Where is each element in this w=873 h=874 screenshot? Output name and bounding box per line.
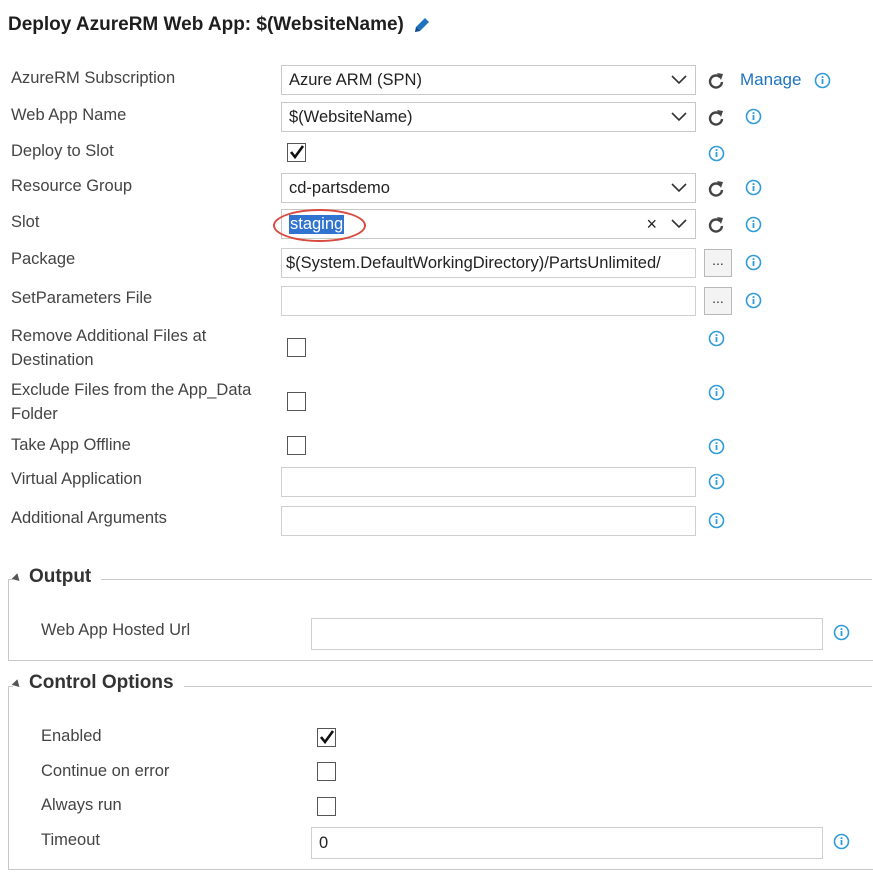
virtual-app-input[interactable] [281,467,696,497]
manage-link[interactable]: Manage [740,70,801,90]
subscription-select[interactable]: Azure ARM (SPN) [281,65,696,95]
web-app-name-select[interactable]: $(WebsiteName) [281,102,696,132]
info-icon[interactable] [708,384,725,401]
exclude-app-data-label: Exclude Files from the App_Data Folder [11,381,252,423]
exclude-app-data-checkbox[interactable] [287,392,306,411]
continue-on-error-checkbox[interactable] [317,762,336,781]
chevron-down-icon [671,183,687,193]
task-title: Deploy AzureRM Web App: $(WebsiteName) [8,14,432,36]
chevron-down-icon [671,219,687,229]
package-browse-button[interactable]: ... [704,249,732,277]
subscription-label: AzureRM Subscription [11,69,176,87]
info-icon[interactable] [745,216,762,233]
enabled-label: Enabled [41,727,102,745]
always-run-checkbox[interactable] [317,797,336,816]
checkmark-icon [319,730,335,745]
continue-on-error-label: Continue on error [41,762,170,780]
info-icon[interactable] [745,292,762,309]
remove-additional-label: Remove Additional Files at Destination [11,327,207,369]
additional-args-input[interactable] [281,506,696,536]
refresh-icon[interactable] [706,179,726,199]
output-section-rule [8,579,872,580]
checkmark-icon [289,145,305,160]
resource-group-label: Resource Group [11,177,133,195]
info-icon[interactable] [708,330,725,347]
deploy-to-slot-checkbox[interactable] [287,143,306,162]
timeout-value: 0 [319,833,329,852]
subscription-value: Azure ARM (SPN) [289,70,422,89]
hosted-url-label: Web App Hosted Url [41,621,191,639]
info-icon[interactable] [708,438,725,455]
info-icon[interactable] [745,108,762,125]
hosted-url-input[interactable] [311,618,823,650]
control-options-section-header[interactable]: Control Options [11,672,184,694]
pencil-icon[interactable] [412,15,432,35]
timeout-input[interactable]: 0 [311,827,823,859]
output-heading: Output [29,566,92,587]
chevron-down-icon [671,112,687,122]
info-icon[interactable] [833,833,850,850]
output-section-header[interactable]: Output [11,566,102,588]
collapse-triangle-icon [11,572,23,584]
info-icon[interactable] [745,254,762,271]
control-options-heading: Control Options [29,672,174,693]
package-value: $(System.DefaultWorkingDirectory)/PartsU… [286,253,661,272]
package-input[interactable]: $(System.DefaultWorkingDirectory)/PartsU… [281,248,696,278]
take-offline-label: Take App Offline [11,436,131,454]
info-icon[interactable] [708,512,725,529]
deploy-to-slot-label: Deploy to Slot [11,142,114,160]
always-run-label: Always run [41,796,122,814]
enabled-checkbox[interactable] [317,728,336,747]
virtual-app-label: Virtual Application [11,470,142,488]
setparameters-label: SetParameters File [11,289,153,307]
task-title-text: Deploy AzureRM Web App: $(WebsiteName) [8,14,404,35]
slot-label: Slot [11,213,40,231]
web-app-name-value: $(WebsiteName) [289,107,413,126]
clear-icon[interactable]: × [646,214,657,235]
take-offline-checkbox[interactable] [287,436,306,455]
setparameters-browse-button[interactable]: ... [704,287,732,315]
chevron-down-icon [671,75,687,85]
refresh-icon[interactable] [706,215,726,235]
additional-args-label: Additional Arguments [11,509,167,527]
web-app-name-label: Web App Name [11,106,127,124]
package-label: Package [11,250,76,268]
info-icon[interactable] [708,473,725,490]
remove-additional-checkbox[interactable] [287,338,306,357]
info-icon[interactable] [833,624,850,641]
info-icon[interactable] [708,145,725,162]
refresh-icon[interactable] [706,108,726,128]
info-icon[interactable] [814,72,831,89]
setparameters-input[interactable] [281,286,696,316]
resource-group-value: cd-partsdemo [289,178,390,197]
highlight-ring [273,209,366,242]
collapse-triangle-icon [11,678,23,690]
timeout-label: Timeout [41,831,100,849]
resource-group-select[interactable]: cd-partsdemo [281,173,696,203]
info-icon[interactable] [745,179,762,196]
refresh-icon[interactable] [706,71,726,91]
